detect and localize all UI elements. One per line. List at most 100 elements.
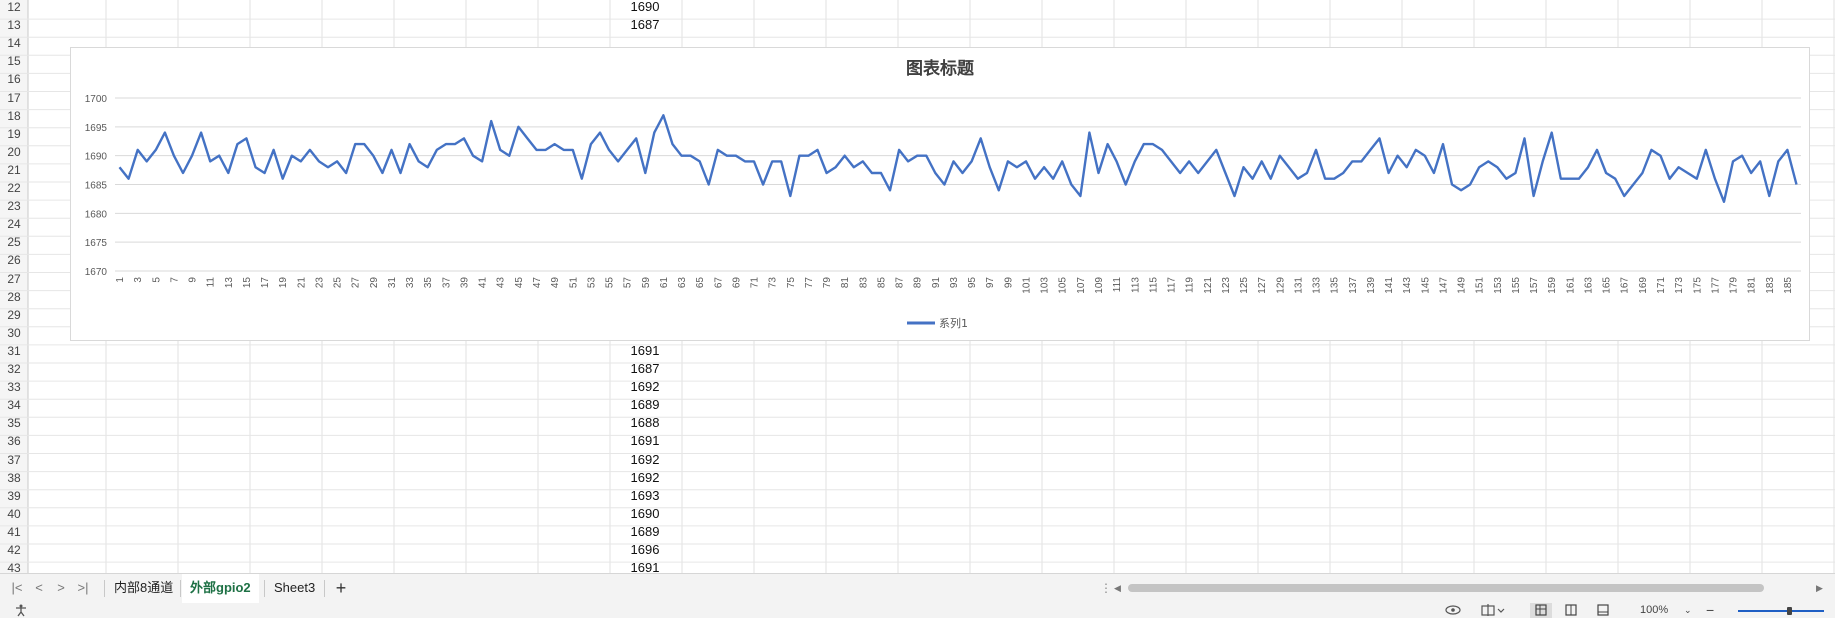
cell-value[interactable]: 1692: [610, 379, 680, 394]
x-tick-label: 99: [1003, 277, 1014, 289]
cell-value[interactable]: 1693: [610, 488, 680, 503]
x-tick-label: 155: [1511, 277, 1522, 294]
row-header-22[interactable]: 22: [0, 181, 28, 195]
row-header-27[interactable]: 27: [0, 272, 28, 286]
row-header-42[interactable]: 42: [0, 543, 28, 557]
cell-value[interactable]: 1688: [610, 415, 680, 430]
page-break-view-button[interactable]: [1596, 603, 1610, 618]
row-header-34[interactable]: 34: [0, 398, 28, 412]
row-header-15[interactable]: 15: [0, 54, 28, 68]
cell-value[interactable]: 1687: [610, 17, 680, 32]
x-tick-label: 91: [931, 277, 942, 289]
row-header-36[interactable]: 36: [0, 434, 28, 448]
row-header-14[interactable]: 14: [0, 36, 28, 50]
x-tick-label: 65: [695, 277, 706, 289]
row-header-25[interactable]: 25: [0, 235, 28, 249]
x-tick-label: 45: [514, 277, 525, 289]
row-header-41[interactable]: 41: [0, 525, 28, 539]
zoom-slider-thumb[interactable]: [1787, 607, 1792, 615]
cell-value[interactable]: 1696: [610, 542, 680, 557]
zoom-dropdown-icon[interactable]: ⌄: [1684, 603, 1692, 618]
x-tick-label: 117: [1167, 277, 1178, 293]
x-tick-label: 51: [568, 277, 579, 289]
zoom-slider-track[interactable]: [1738, 610, 1824, 612]
x-tick-label: 93: [949, 277, 960, 289]
x-tick-label: 139: [1366, 277, 1377, 294]
cell-value[interactable]: 1691: [610, 560, 680, 573]
tab-sheet-3[interactable]: Sheet3: [266, 574, 323, 603]
x-tick-label: 75: [786, 277, 797, 289]
normal-view-button[interactable]: [1530, 603, 1552, 618]
row-header-32[interactable]: 32: [0, 362, 28, 376]
next-sheet-button[interactable]: >: [54, 580, 68, 596]
x-tick-label: 69: [731, 277, 742, 289]
row-header-28[interactable]: 28: [0, 290, 28, 304]
x-tick-label: 5: [151, 277, 162, 283]
workbook-stats-icon[interactable]: [1480, 603, 1506, 618]
cell-value[interactable]: 1691: [610, 343, 680, 358]
scroll-right-icon[interactable]: ▶: [1816, 581, 1823, 596]
row-header-35[interactable]: 35: [0, 416, 28, 430]
row-header-16[interactable]: 16: [0, 72, 28, 86]
tab-sheet-2[interactable]: 外部gpio2: [182, 574, 259, 605]
cell-value[interactable]: 1691: [610, 433, 680, 448]
zoom-level[interactable]: 100%: [1640, 603, 1668, 618]
row-header-20[interactable]: 20: [0, 145, 28, 159]
cell-value[interactable]: 1689: [610, 524, 680, 539]
y-tick-label: 1695: [85, 123, 108, 134]
tab-resize-handle[interactable]: ⋮: [1100, 581, 1112, 596]
x-tick-label: 25: [333, 277, 344, 289]
row-header-30[interactable]: 30: [0, 326, 28, 340]
horizontal-scrollbar[interactable]: [1128, 584, 1764, 592]
row-header-12[interactable]: 12: [0, 0, 28, 14]
first-sheet-button[interactable]: |<: [10, 580, 24, 596]
spreadsheet-grid[interactable]: 1213141516171819202122232425262728293031…: [0, 0, 1835, 573]
tab-divider: [324, 580, 325, 597]
row-header-26[interactable]: 26: [0, 253, 28, 267]
row-header-33[interactable]: 33: [0, 380, 28, 394]
row-header-40[interactable]: 40: [0, 507, 28, 521]
row-header-13[interactable]: 13: [0, 18, 28, 32]
row-header-29[interactable]: 29: [0, 308, 28, 322]
x-tick-label: 23: [314, 277, 325, 289]
line-chart[interactable]: 图表标题 1670167516801685169016951700 135791…: [70, 47, 1810, 341]
x-tick-label: 161: [1565, 277, 1576, 294]
row-header-39[interactable]: 39: [0, 489, 28, 503]
zoom-out-button[interactable]: −: [1706, 603, 1714, 618]
y-tick-label: 1670: [85, 267, 108, 278]
x-tick-label: 1: [115, 277, 126, 283]
add-sheet-button[interactable]: +: [330, 576, 352, 600]
tab-divider: [180, 580, 181, 597]
x-tick-label: 9: [188, 277, 199, 283]
cell-value[interactable]: 1692: [610, 452, 680, 467]
x-tick-label: 141: [1384, 277, 1395, 294]
tab-sheet-1[interactable]: 内部8通道: [106, 574, 181, 603]
page-layout-view-button[interactable]: [1564, 603, 1578, 618]
row-header-21[interactable]: 21: [0, 163, 28, 177]
cell-value[interactable]: 1692: [610, 470, 680, 485]
row-header-38[interactable]: 38: [0, 471, 28, 485]
prev-sheet-button[interactable]: <: [32, 580, 46, 596]
x-tick-label: 109: [1094, 277, 1105, 294]
x-tick-label: 105: [1058, 277, 1069, 294]
row-header-37[interactable]: 37: [0, 453, 28, 467]
cell-value[interactable]: 1690: [610, 0, 680, 14]
cell-value[interactable]: 1690: [610, 506, 680, 521]
row-header-23[interactable]: 23: [0, 199, 28, 213]
row-header-19[interactable]: 19: [0, 127, 28, 141]
row-header-24[interactable]: 24: [0, 217, 28, 231]
row-header-31[interactable]: 31: [0, 344, 28, 358]
x-tick-label: 15: [242, 277, 253, 289]
last-sheet-button[interactable]: >|: [76, 580, 90, 596]
row-header-18[interactable]: 18: [0, 109, 28, 123]
cell-value[interactable]: 1687: [610, 361, 680, 376]
scroll-left-icon[interactable]: ◀: [1114, 581, 1121, 596]
cell-value[interactable]: 1689: [610, 397, 680, 412]
x-tick-label: 61: [659, 277, 670, 289]
y-tick-label: 1680: [85, 209, 108, 220]
accessibility-icon[interactable]: [14, 603, 28, 618]
row-header-17[interactable]: 17: [0, 91, 28, 105]
display-settings-icon[interactable]: [1444, 603, 1462, 618]
row-header-43[interactable]: 43: [0, 561, 28, 573]
x-tick-label: 163: [1583, 277, 1594, 294]
